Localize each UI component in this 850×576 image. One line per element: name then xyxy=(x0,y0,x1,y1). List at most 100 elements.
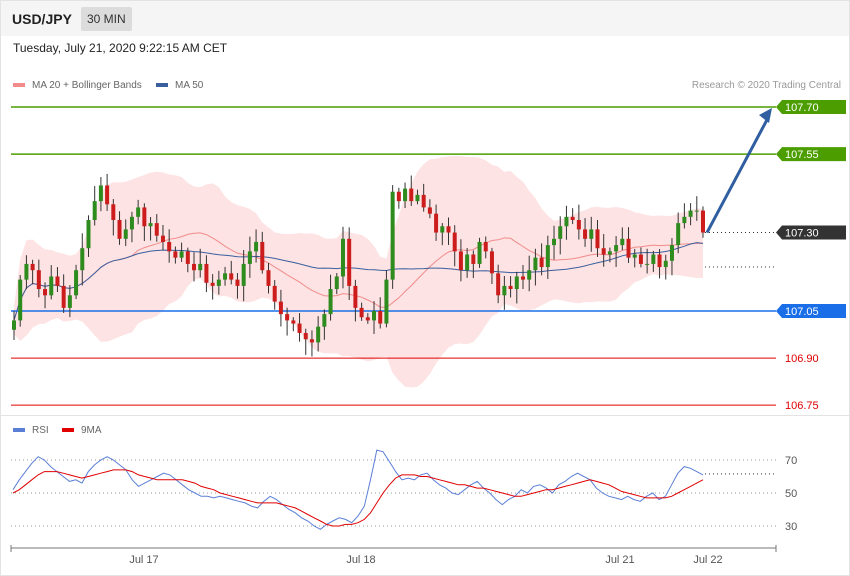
level-label-0: 107.70 xyxy=(785,102,819,114)
candle-body xyxy=(477,241,482,264)
candle-body xyxy=(651,254,656,264)
candle-body xyxy=(105,185,110,205)
candle-body xyxy=(297,323,302,333)
candle-body xyxy=(365,317,370,321)
candle-body xyxy=(285,314,290,321)
candle-body xyxy=(36,270,41,290)
candle-body xyxy=(123,229,128,239)
candle-body xyxy=(694,210,699,212)
candle-body xyxy=(235,279,240,286)
candle-body xyxy=(378,311,383,324)
candle-body xyxy=(545,245,550,268)
bollinger-band-area xyxy=(14,156,703,388)
candle-body xyxy=(61,285,66,308)
candle-body xyxy=(111,204,116,220)
candle-body xyxy=(303,332,308,340)
candle-body xyxy=(266,270,271,286)
candle-body xyxy=(334,276,339,290)
candle-body xyxy=(514,276,519,290)
candle-body xyxy=(676,223,681,246)
candle-body xyxy=(173,251,178,258)
candle-body xyxy=(340,238,345,277)
candle-body xyxy=(117,219,122,239)
level-label-1: 107.55 xyxy=(785,149,819,161)
candle-body xyxy=(154,223,159,236)
candle-body xyxy=(421,194,426,208)
candle-body xyxy=(204,263,209,283)
x-tick-label: Jul 22 xyxy=(693,554,722,566)
candle-body xyxy=(347,238,352,286)
candle-body xyxy=(434,213,439,233)
x-tick-label: Jul 17 xyxy=(129,554,158,566)
candle-body xyxy=(601,248,606,255)
candle-body xyxy=(223,273,228,280)
candle-body xyxy=(55,276,60,286)
candle-body xyxy=(489,251,494,274)
candle-body xyxy=(30,263,35,271)
candle-body xyxy=(409,188,414,202)
candle-body xyxy=(12,320,16,330)
candle-body xyxy=(440,226,445,233)
candle-body xyxy=(49,276,54,296)
candle-body xyxy=(43,289,48,296)
candle-body xyxy=(74,270,79,296)
candle-body xyxy=(452,232,457,252)
candle-body xyxy=(316,326,321,343)
candle-body xyxy=(129,216,134,230)
candle-body xyxy=(614,245,619,252)
candle-body xyxy=(160,235,165,242)
candle-body xyxy=(576,219,581,230)
candle-body xyxy=(564,216,569,227)
candle-body xyxy=(446,226,451,233)
candle-body xyxy=(570,216,575,220)
candle-body xyxy=(502,285,507,296)
candle-body xyxy=(595,229,600,249)
candle-body xyxy=(86,219,91,249)
x-tick-label: Jul 21 xyxy=(605,554,634,566)
candle-body xyxy=(148,223,153,227)
projection-arrow xyxy=(705,115,771,234)
candle-body xyxy=(632,254,637,258)
candle-body xyxy=(508,285,513,290)
level-label-2: 107.30 xyxy=(785,228,819,240)
candle-body xyxy=(465,254,470,271)
candle-body xyxy=(309,339,314,343)
candle-body xyxy=(216,279,221,286)
level-label-4: 106.90 xyxy=(785,353,819,365)
candle-body xyxy=(179,251,184,258)
candle-body xyxy=(185,251,190,264)
candle-body xyxy=(458,251,463,271)
candle-body xyxy=(247,251,252,264)
candle-body xyxy=(533,257,538,271)
candle-body xyxy=(210,282,215,286)
candle-body xyxy=(390,191,395,280)
candle-body xyxy=(167,241,172,252)
candle-body xyxy=(669,245,674,261)
candle-body xyxy=(328,289,333,315)
candle-body xyxy=(80,248,85,271)
level-label-3: 107.05 xyxy=(785,306,819,318)
candle-body xyxy=(278,301,283,315)
rsi-9ma-line xyxy=(12,469,704,527)
candle-body xyxy=(353,285,358,308)
rsi-line xyxy=(12,449,704,530)
candle-body xyxy=(359,307,364,318)
rsi-tick-70: 70 xyxy=(785,455,797,467)
candle-body xyxy=(657,254,662,268)
rsi-tick-30: 30 xyxy=(785,521,797,533)
candle-body xyxy=(583,229,588,239)
candle-body xyxy=(272,285,277,302)
candle-body xyxy=(322,314,327,327)
candle-body xyxy=(24,263,29,280)
candle-body xyxy=(427,207,432,214)
candle-body xyxy=(254,241,259,252)
candle-body xyxy=(663,260,668,268)
level-label-5: 106.75 xyxy=(785,400,819,412)
candle-body xyxy=(18,279,23,321)
candle-body xyxy=(92,201,97,220)
candle-body xyxy=(384,279,389,324)
rsi-tick-50: 50 xyxy=(785,488,797,500)
candle-body xyxy=(589,229,594,239)
candle-body xyxy=(620,238,625,246)
candle-body xyxy=(241,263,246,286)
